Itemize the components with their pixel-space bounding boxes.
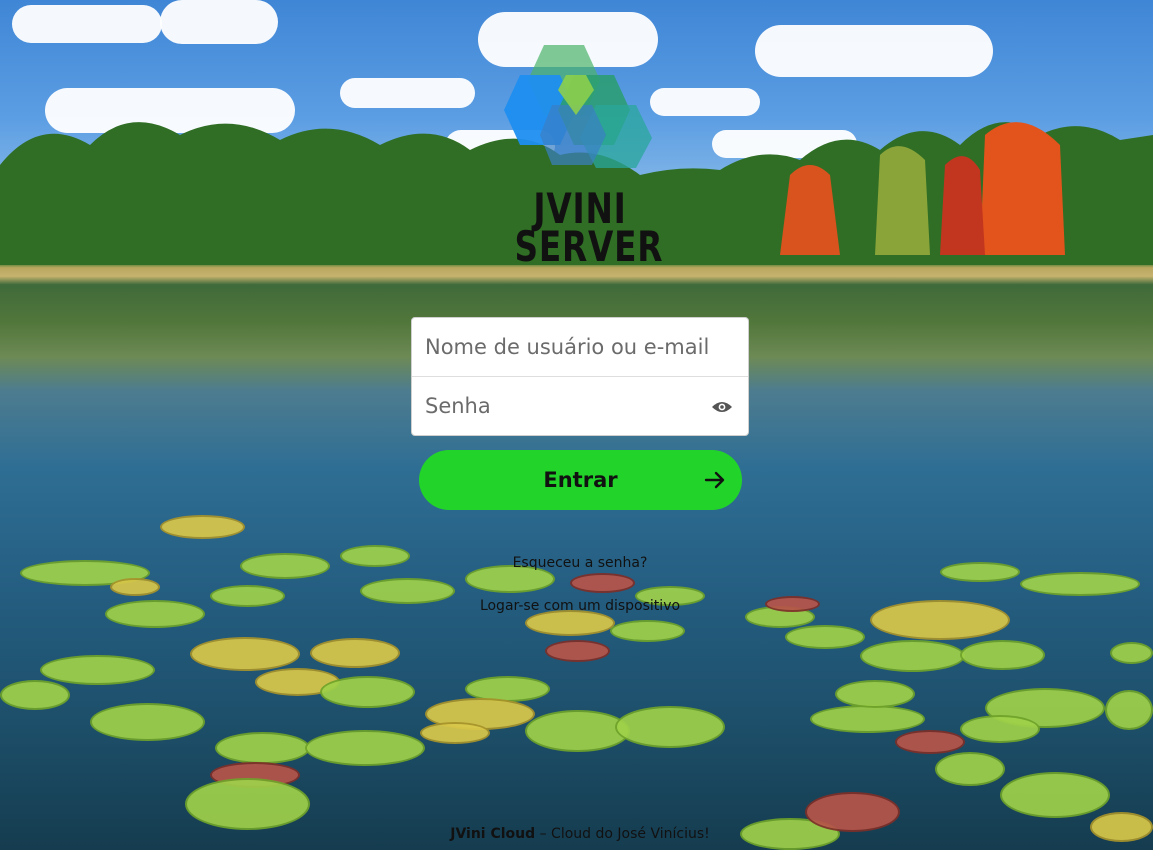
arrow-right-icon bbox=[704, 471, 725, 489]
footer-tagline: – Cloud do José Vinícius! bbox=[535, 826, 710, 842]
footer: JVini Cloud – Cloud do José Vinícius! bbox=[300, 826, 860, 842]
forgot-password-link[interactable]: Esqueceu a senha? bbox=[380, 555, 780, 571]
login-page: JVINI SERVER Entrar Esqueceu a senha? Lo… bbox=[0, 0, 1153, 850]
hexagon-logo-icon bbox=[504, 45, 652, 168]
logo-line-2: SERVER bbox=[514, 222, 664, 271]
password-input[interactable] bbox=[412, 377, 748, 435]
footer-brand: JVini Cloud bbox=[450, 826, 536, 842]
logo-wordmark: JVINI SERVER bbox=[514, 188, 664, 271]
device-login-link[interactable]: Logar-se com um dispositivo bbox=[380, 598, 780, 614]
brand-logo: JVINI SERVER bbox=[496, 40, 664, 276]
eye-icon[interactable] bbox=[711, 400, 733, 414]
login-button[interactable]: Entrar bbox=[419, 450, 742, 510]
login-button-label: Entrar bbox=[543, 468, 618, 492]
username-input[interactable] bbox=[412, 318, 748, 376]
login-form bbox=[411, 317, 749, 436]
